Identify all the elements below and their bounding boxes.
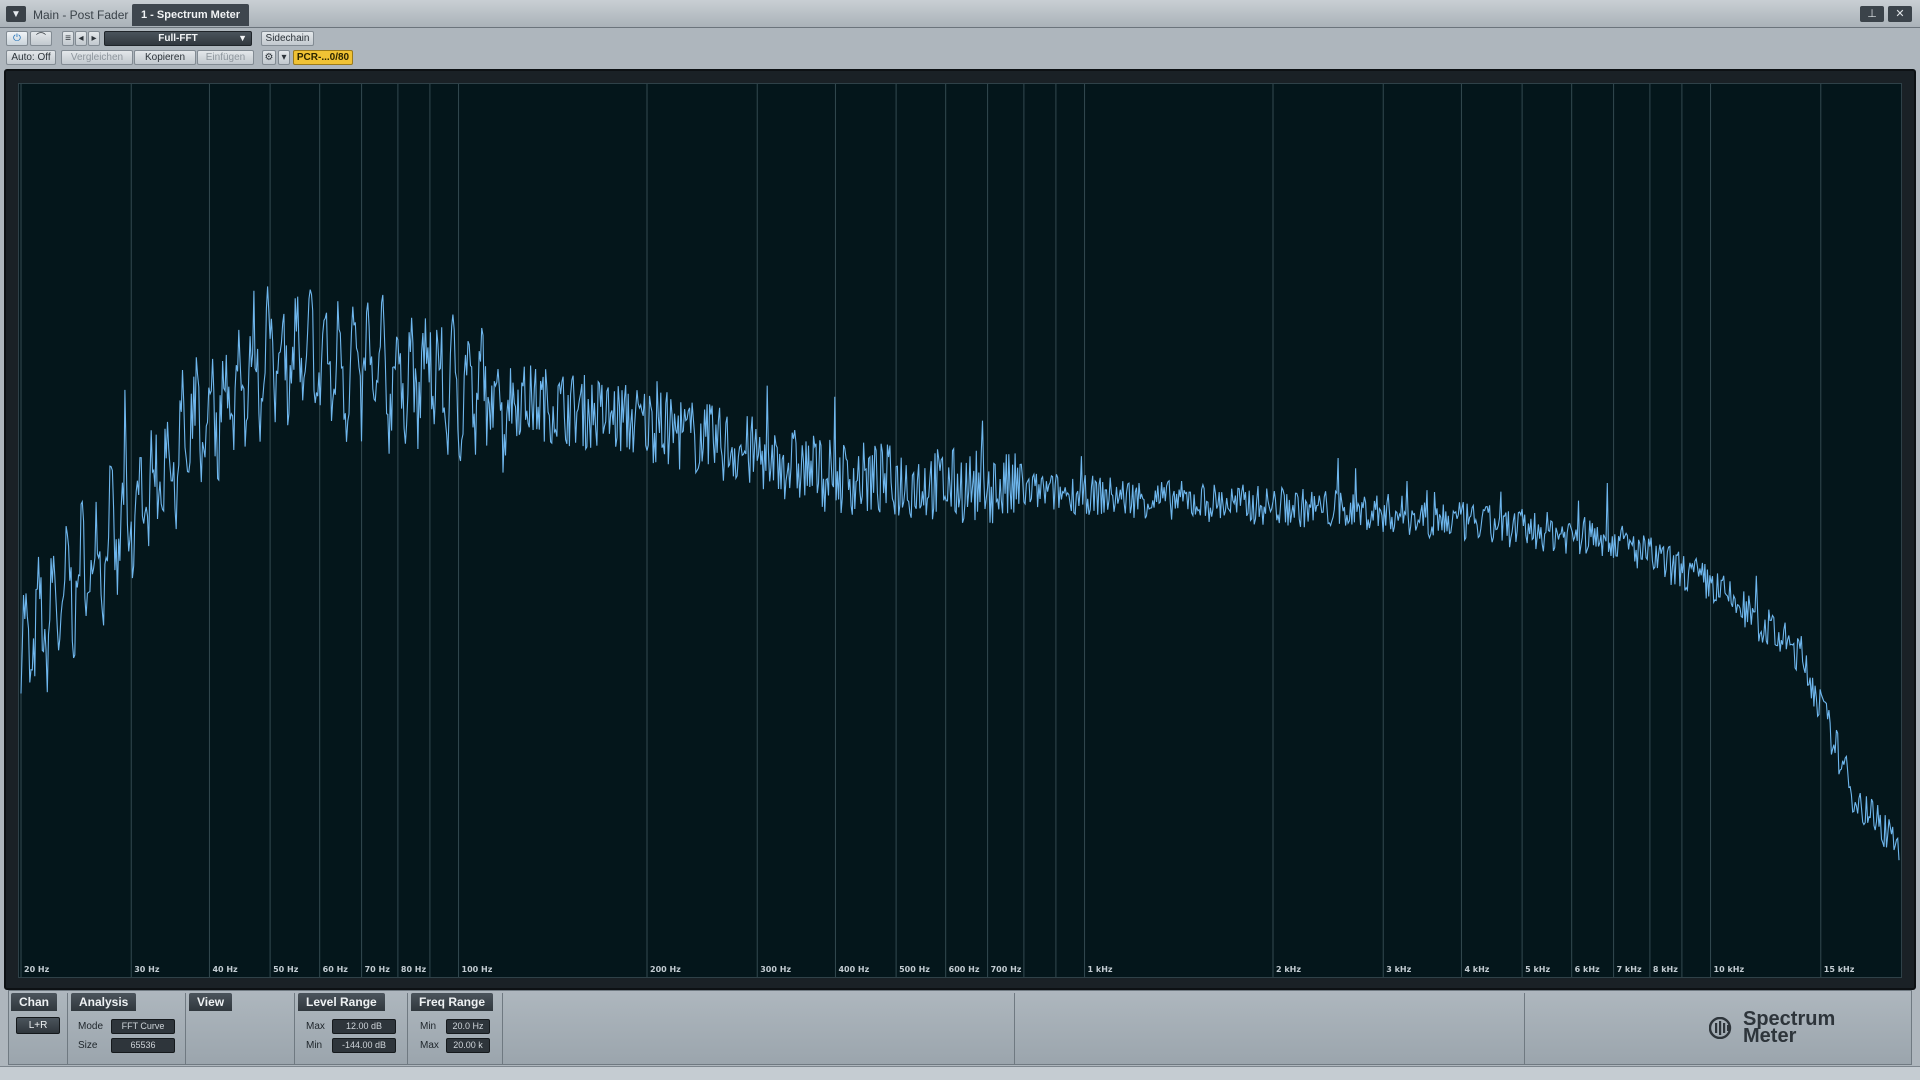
divider — [1524, 993, 1525, 1064]
freq-label: 400 Hz — [838, 965, 869, 974]
bypass-button[interactable]: ⌒ — [30, 31, 52, 46]
freq-label: 500 Hz — [899, 965, 930, 974]
list-icon: ≡ — [65, 33, 71, 44]
freq-label: 15 kHz — [1824, 965, 1855, 974]
freq-label: 100 Hz — [462, 965, 493, 974]
power-button[interactable]: ⏻ — [6, 31, 28, 46]
tab-main-post-fader[interactable]: Main - Post Fader — [24, 4, 137, 26]
divider — [294, 993, 295, 1064]
logo-line-2: Meter — [1743, 1025, 1797, 1047]
preset-name: Full-FFT — [158, 33, 198, 44]
freq-max-label: Max — [420, 1040, 439, 1051]
spectrum-plot: 20 Hz 30 Hz 40 Hz 50 Hz 60 Hz 70 Hz 80 Hz 100 H… — [20, 84, 1900, 977]
preset-next-button[interactable]: ▸ — [88, 31, 100, 46]
freq-min-label: Min — [420, 1021, 437, 1032]
level-max-label: Max — [306, 1021, 325, 1032]
freq-label: 300 Hz — [760, 965, 791, 974]
mode-field[interactable]: FFT Curve — [111, 1019, 175, 1034]
level-max-field[interactable]: 12.00 dB — [332, 1019, 396, 1034]
divider — [1014, 993, 1015, 1064]
freq-label: 8 kHz — [1653, 965, 1678, 974]
control-panel: Chan L+R Analysis Mode FFT Curve Size 65… — [8, 990, 1912, 1065]
toolbar-row-1: ⏻ ⌒ ≡ ◂ ▸ Full-FFT ▼ Sidechain — [0, 29, 1920, 47]
pin-icon[interactable]: ⊥ — [1860, 6, 1884, 22]
channel-button[interactable]: L+R — [16, 1017, 60, 1034]
frequency-grid — [20, 84, 1822, 977]
freq-label: 70 Hz — [365, 965, 391, 974]
sidechain-button[interactable]: Sidechain — [261, 31, 314, 46]
divider — [185, 993, 186, 1064]
frequency-labels: 20 Hz 30 Hz 40 Hz 50 Hz 60 Hz 70 Hz 80 Hz 100 H… — [24, 965, 1855, 974]
size-field[interactable]: 65536 — [111, 1038, 175, 1053]
preset-list-button[interactable]: ≡ — [62, 31, 74, 46]
chevron-down-icon: ▾ — [281, 52, 287, 63]
mode-label: Mode — [78, 1021, 104, 1032]
analysis-tab[interactable]: Analysis — [71, 993, 137, 1011]
level-range-tab[interactable]: Level Range — [298, 993, 385, 1011]
close-icon[interactable]: ✕ — [1888, 6, 1912, 22]
freq-label: 3 kHz — [1386, 965, 1411, 974]
tab-spectrum-meter[interactable]: 1 - Spectrum Meter — [132, 4, 250, 26]
gear-icon: ⚙ — [264, 52, 274, 63]
preset-prev-button[interactable]: ◂ — [75, 31, 87, 46]
freq-label: 700 Hz — [991, 965, 1022, 974]
level-min-label: Min — [306, 1040, 323, 1051]
freq-min-field[interactable]: 20.0 Hz — [446, 1019, 490, 1034]
spectrum-meter-logo: Spectrum Meter — [1709, 1009, 1835, 1047]
settings-button[interactable]: ⚙ — [262, 50, 276, 65]
freq-label: 6 kHz — [1575, 965, 1600, 974]
level-min-field[interactable]: -144.00 dB — [332, 1038, 396, 1053]
paste-button[interactable]: Einfügen — [197, 50, 254, 65]
compare-button[interactable]: Vergleichen — [61, 50, 133, 65]
freq-max-field[interactable]: 20.00 k — [446, 1038, 490, 1053]
power-icon: ⏻ — [13, 33, 21, 44]
chevron-left-icon: ◂ — [78, 33, 84, 44]
presonus-logo-icon — [1709, 1017, 1732, 1039]
settings-menu-button[interactable]: ▾ — [278, 50, 290, 65]
automation-button[interactable]: Auto: Off — [6, 50, 56, 65]
freq-label: 10 kHz — [1714, 965, 1745, 974]
spectrum-curve — [20, 286, 1900, 861]
preset-badge[interactable]: PCR-...0/80 — [293, 50, 353, 65]
spectrum-display[interactable]: 20 Hz 30 Hz 40 Hz 50 Hz 60 Hz 70 Hz 80 Hz 100 H… — [18, 83, 1902, 978]
freq-label: 2 kHz — [1276, 965, 1301, 974]
preset-selector[interactable]: Full-FFT ▼ — [104, 31, 252, 46]
view-tab[interactable]: View — [189, 993, 233, 1011]
spectrum-meter-window: ▼ Main - Post Fader 1 - Spectrum Meter ⊥… — [0, 0, 1920, 1080]
freq-label: 60 Hz — [323, 965, 349, 974]
size-label: Size — [78, 1040, 98, 1051]
freq-label: 5 kHz — [1525, 965, 1550, 974]
curve-icon: ⌒ — [36, 33, 46, 44]
divider — [407, 993, 408, 1064]
freq-range-tab[interactable]: Freq Range — [411, 993, 494, 1011]
freq-label: 20 Hz — [24, 965, 50, 974]
bottom-strip — [0, 1066, 1920, 1080]
chevron-right-icon: ▸ — [91, 33, 97, 44]
menu-triangle-icon[interactable]: ▼ — [6, 6, 26, 22]
toolbar-row-2: Auto: Off Vergleichen Kopieren Einfügen … — [0, 48, 1920, 66]
freq-label: 7 kHz — [1617, 965, 1642, 974]
freq-label: 600 Hz — [949, 965, 980, 974]
title-bar: ▼ Main - Post Fader 1 - Spectrum Meter ⊥… — [0, 0, 1920, 28]
divider — [67, 993, 68, 1064]
freq-label: 200 Hz — [650, 965, 681, 974]
chan-tab[interactable]: Chan — [11, 993, 57, 1011]
chevron-down-icon: ▼ — [238, 33, 247, 43]
divider — [502, 993, 503, 1064]
freq-label: 80 Hz — [401, 965, 427, 974]
freq-label: 4 kHz — [1464, 965, 1489, 974]
freq-label: 30 Hz — [134, 965, 160, 974]
copy-button[interactable]: Kopieren — [134, 50, 196, 65]
freq-label: 40 Hz — [212, 965, 238, 974]
freq-label: 50 Hz — [273, 965, 299, 974]
freq-label: 1 kHz — [1088, 965, 1113, 974]
